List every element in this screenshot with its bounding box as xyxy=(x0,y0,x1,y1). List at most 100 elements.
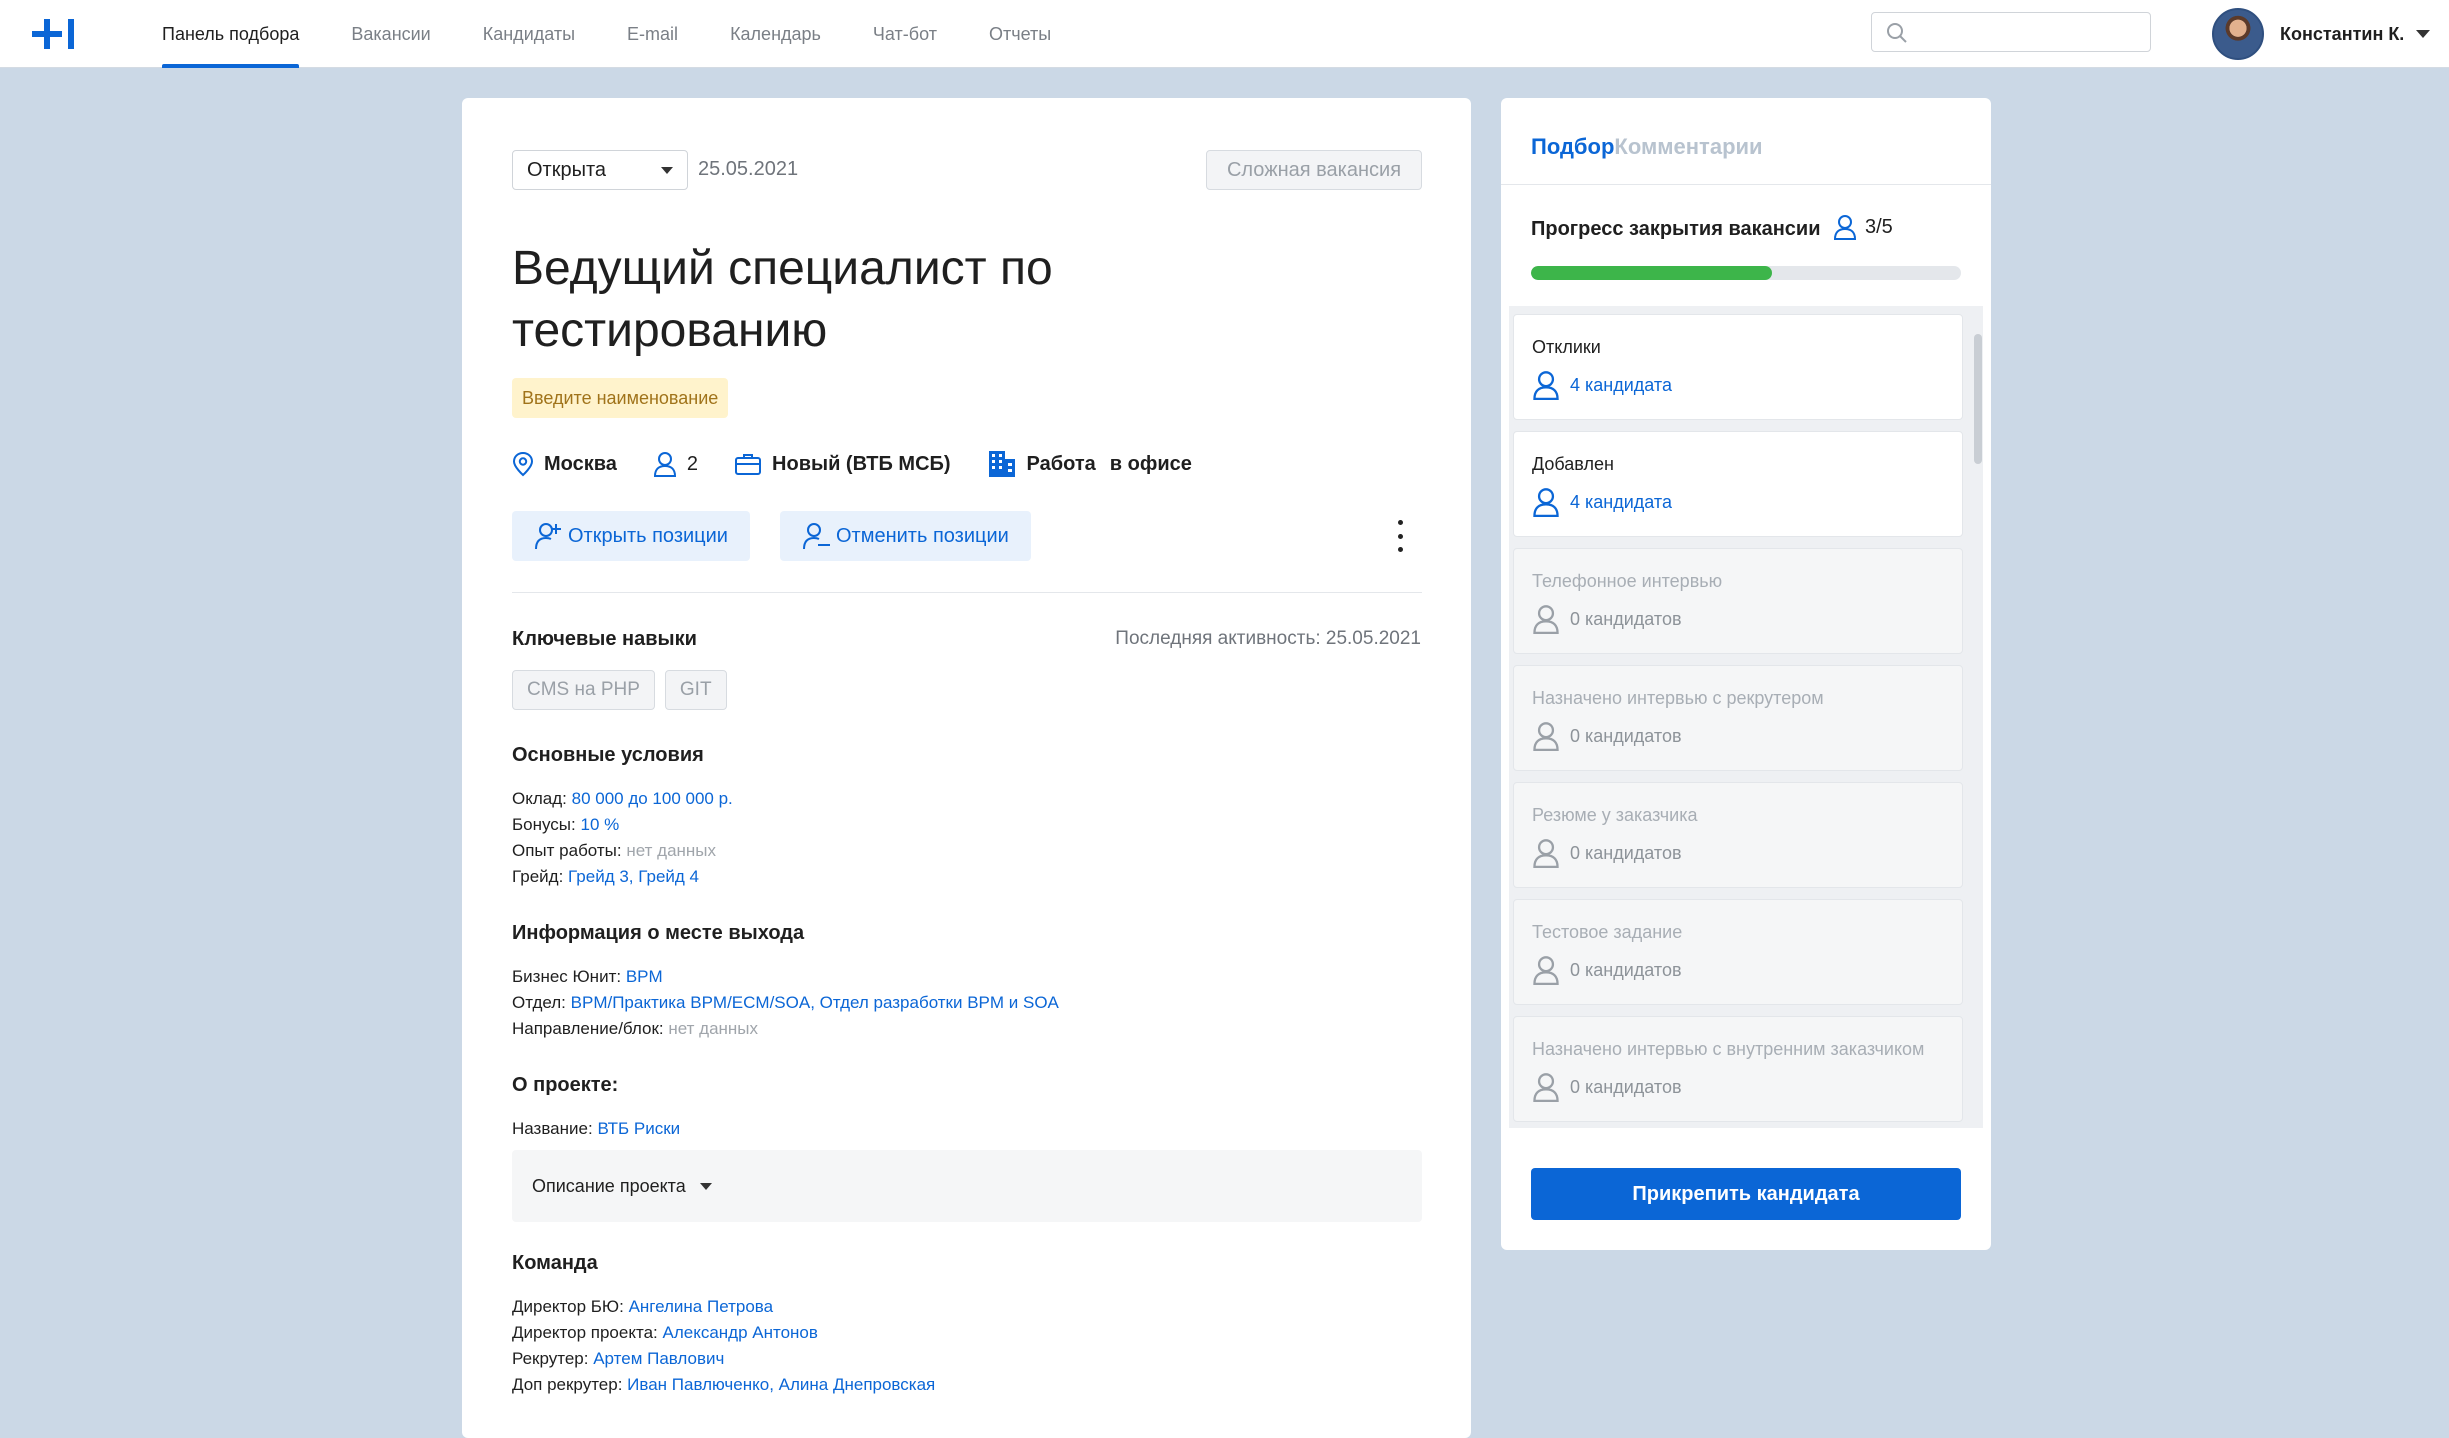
briefcase-icon xyxy=(735,454,762,475)
project-description-label: Описание проекта xyxy=(532,1175,686,1196)
divider xyxy=(512,592,1422,593)
bu-value[interactable]: BPM xyxy=(626,967,663,986)
stage-count-value: 0 кандидатов xyxy=(1570,959,1682,980)
meta-project-type: Новый (ВТБ МСБ) xyxy=(734,452,951,476)
person-icon xyxy=(1833,215,1857,240)
project-title: О проекте: xyxy=(512,1074,619,1096)
project-director-label: Директор проекта: xyxy=(512,1323,658,1342)
extra-recruiter-value[interactable]: Иван Павлюченко, Алина Днепровская xyxy=(627,1375,935,1394)
open-positions-button[interactable]: Открыть позиции xyxy=(512,511,750,561)
extra-recruiter-row: Доп рекрутер: Иван Павлюченко, Алина Дне… xyxy=(512,1372,935,1398)
grade-value[interactable]: Грейд 3, Грейд 4 xyxy=(568,867,699,886)
name-hint: Введите наименование xyxy=(512,378,729,418)
conditions-title: Основные условия xyxy=(512,744,704,766)
skill-tag[interactable]: CMS на PHP xyxy=(512,670,655,710)
avatar[interactable] xyxy=(2212,8,2264,60)
stage-card[interactable]: Отклики 4 кандидата xyxy=(1513,314,1963,420)
cancel-positions-button[interactable]: Отменить позиции xyxy=(780,511,1031,561)
nav-item-email[interactable]: E-mail xyxy=(605,0,700,68)
bu-director-value[interactable]: Ангелина Петрова xyxy=(629,1297,774,1316)
bonus-value[interactable]: 10 % xyxy=(580,815,619,834)
stage-card[interactable]: Резюме у заказчика 0 кандидатов xyxy=(1513,782,1963,888)
chevron-down-icon[interactable] xyxy=(2416,30,2431,38)
stage-count: 0 кандидатов xyxy=(1532,1072,1682,1102)
stage-count: 0 кандидатов xyxy=(1532,838,1682,868)
person-icon xyxy=(1533,956,1559,985)
person-add-icon xyxy=(535,523,561,550)
bu-director-label: Директор БЮ: xyxy=(512,1297,624,1316)
status-select[interactable]: Открыта xyxy=(512,150,688,190)
stage-count-value: 0 кандидатов xyxy=(1570,842,1682,863)
nav-item-candidates[interactable]: Кандидаты xyxy=(461,0,597,68)
recruiter-label: Рекрутер: xyxy=(512,1349,589,1368)
stage-count[interactable]: 4 кандидата xyxy=(1532,370,1672,400)
recruiting-panel: Подбор Комментарии Прогресс закрытия вак… xyxy=(1501,98,1991,1250)
stage-count-value: 0 кандидатов xyxy=(1570,725,1682,746)
meta-work-mode: Работа в офисе xyxy=(987,449,1192,479)
nav-item-vacancies[interactable]: Вакансии xyxy=(329,0,452,68)
stage-card[interactable]: Телефонное интервью 0 кандидатов xyxy=(1513,548,1963,654)
city-value: Москва xyxy=(544,452,617,475)
workplace-title: Информация о месте выхода xyxy=(512,922,805,944)
bu-label: Бизнес Юнит: xyxy=(512,967,622,986)
complex-vacancy-badge[interactable]: Сложная вакансия xyxy=(1206,150,1422,190)
project-director-value[interactable]: Александр Антонов xyxy=(662,1323,817,1342)
person-icon xyxy=(1533,839,1559,868)
chevron-down-icon xyxy=(699,1182,712,1190)
work-label: Работа xyxy=(1026,452,1096,475)
panel-tabs: Подбор Комментарии xyxy=(1531,134,1763,160)
dept-label: Отдел: xyxy=(512,993,566,1012)
tab-selection[interactable]: Подбор xyxy=(1531,134,1614,160)
user-name: Константин К. xyxy=(2280,23,2405,44)
direction-label: Направление/блок: xyxy=(512,1019,664,1038)
stage-card[interactable]: Добавлен 4 кандидата xyxy=(1513,431,1963,537)
conditions-list: Оклад: 80 000 до 100 000 р. Бонусы: 10 %… xyxy=(512,786,733,890)
experience-row: Опыт работы: нет данных xyxy=(512,838,733,864)
progress-bar-fill xyxy=(1531,266,1772,280)
logo-icon[interactable] xyxy=(30,14,80,54)
attach-candidate-button[interactable]: Прикрепить кандидата xyxy=(1531,1168,1961,1220)
grade-label: Грейд: xyxy=(512,867,564,886)
vacancy-title: Ведущий специалист по тестированию xyxy=(512,242,1053,357)
tab-comments[interactable]: Комментарии xyxy=(1614,134,1762,160)
skill-tag[interactable]: GIT xyxy=(664,670,727,710)
search-input[interactable] xyxy=(1918,21,2138,45)
nav-item-chatbot[interactable]: Чат-бот xyxy=(851,0,959,68)
nav-item-reports[interactable]: Отчеты xyxy=(967,0,1073,68)
progress-count-value: 3/5 xyxy=(1865,215,1893,238)
person-icon xyxy=(1533,371,1559,400)
grade-row: Грейд: Грейд 3, Грейд 4 xyxy=(512,864,733,890)
salary-value[interactable]: 80 000 до 100 000 р. xyxy=(572,789,733,808)
stage-count: 0 кандидатов xyxy=(1532,955,1682,985)
stage-card[interactable]: Назначено интервью с внутренним заказчик… xyxy=(1513,1016,1963,1122)
salary-label: Оклад: xyxy=(512,789,567,808)
project-type-value: Новый (ВТБ МСБ) xyxy=(772,452,951,475)
dept-row: Отдел: BPM/Практика BPM/ECM/SOA, Отдел р… xyxy=(512,990,1059,1016)
top-bar: Панель подбора Вакансии Кандидаты E-mail… xyxy=(0,0,2449,68)
search-box xyxy=(1871,12,2151,52)
stage-count-value: 4 кандидата xyxy=(1570,491,1672,512)
more-options-icon[interactable] xyxy=(1392,520,1408,552)
scrollbar-thumb[interactable] xyxy=(1974,334,1982,464)
stage-name: Тестовое задание xyxy=(1532,922,1683,942)
recruiter-value[interactable]: Артем Павлович xyxy=(593,1349,724,1368)
stage-count: 0 кандидатов xyxy=(1532,604,1682,634)
stage-name: Отклики xyxy=(1532,337,1601,357)
building-icon xyxy=(988,451,1015,477)
project-name-value[interactable]: ВТБ Риски xyxy=(597,1119,680,1138)
vacancy-meta: Москва 2 Новый (ВТБ МСБ) Работа в офисе xyxy=(512,448,1228,480)
meta-positions: 2 xyxy=(653,451,698,477)
direction-value: нет данных xyxy=(668,1019,759,1038)
project-name-label: Название: xyxy=(512,1119,593,1138)
nav-item-calendar[interactable]: Календарь xyxy=(708,0,843,68)
vacancy-card: Открыта 25.05.2021 Сложная вакансия Веду… xyxy=(462,98,1471,1438)
user-menu[interactable]: Константин К. xyxy=(2212,6,2431,62)
dept-value[interactable]: BPM/Практика BPM/ECM/SOA, Отдел разработ… xyxy=(571,993,1059,1012)
bonus-row: Бонусы: 10 % xyxy=(512,812,733,838)
stage-card[interactable]: Назначено интервью с рекрутером 0 кандид… xyxy=(1513,665,1963,771)
stage-count[interactable]: 4 кандидата xyxy=(1532,487,1672,517)
bu-row: Бизнес Юнит: BPM xyxy=(512,964,1059,990)
project-description-toggle[interactable]: Описание проекта xyxy=(512,1150,1422,1222)
stage-card[interactable]: Тестовое задание 0 кандидатов xyxy=(1513,899,1963,1005)
nav-item-dashboard[interactable]: Панель подбора xyxy=(140,0,321,68)
